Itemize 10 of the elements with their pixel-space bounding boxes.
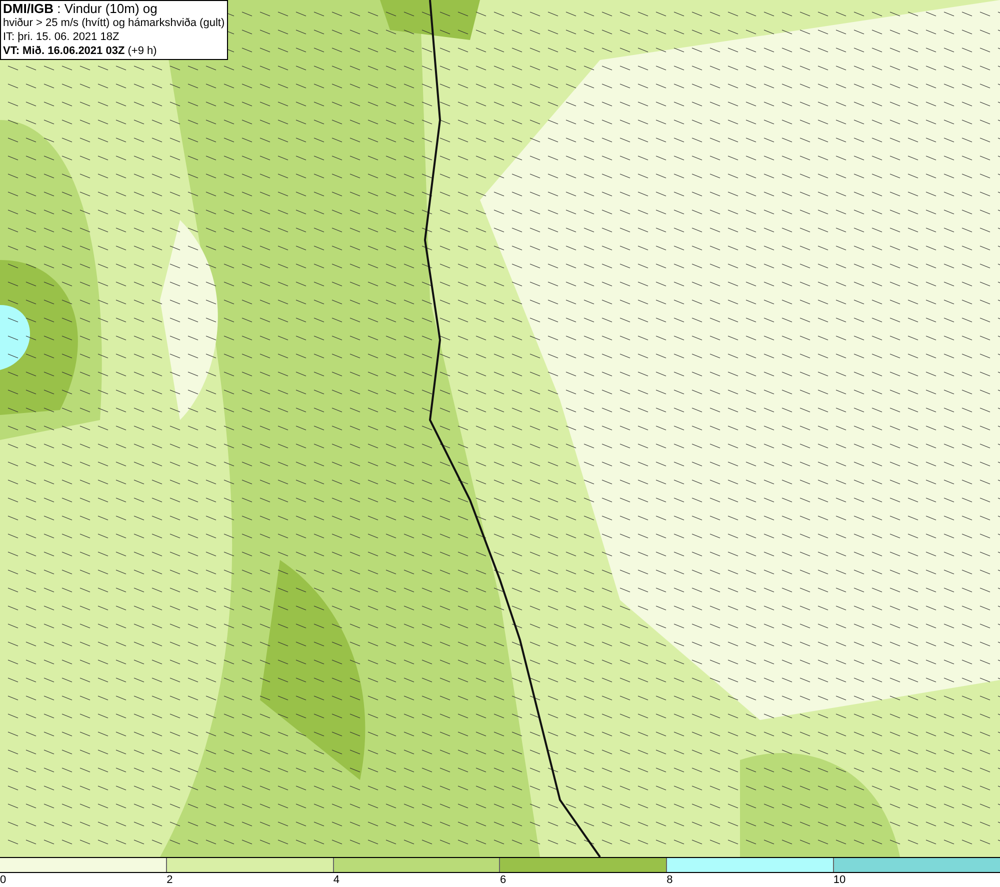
legend-label: 2: [166, 873, 173, 887]
legend-label: 8: [666, 873, 673, 887]
legend-label: 4: [333, 873, 340, 887]
legend-label: 6: [500, 873, 506, 887]
title-text: IT: þri. 15. 06. 2021 18Z: [3, 30, 120, 44]
legend-label: 10: [833, 873, 846, 887]
title-text: DMI/IGB : Vindur (10m) og: [3, 2, 158, 16]
title-text: hviður > 25 m/s (hvítt) og hámarkshviða (gult): [3, 16, 225, 30]
legend-label: 0: [0, 873, 6, 887]
title-text: VT: Mið. 16.06.2021 03Z (+9 h): [3, 44, 158, 58]
